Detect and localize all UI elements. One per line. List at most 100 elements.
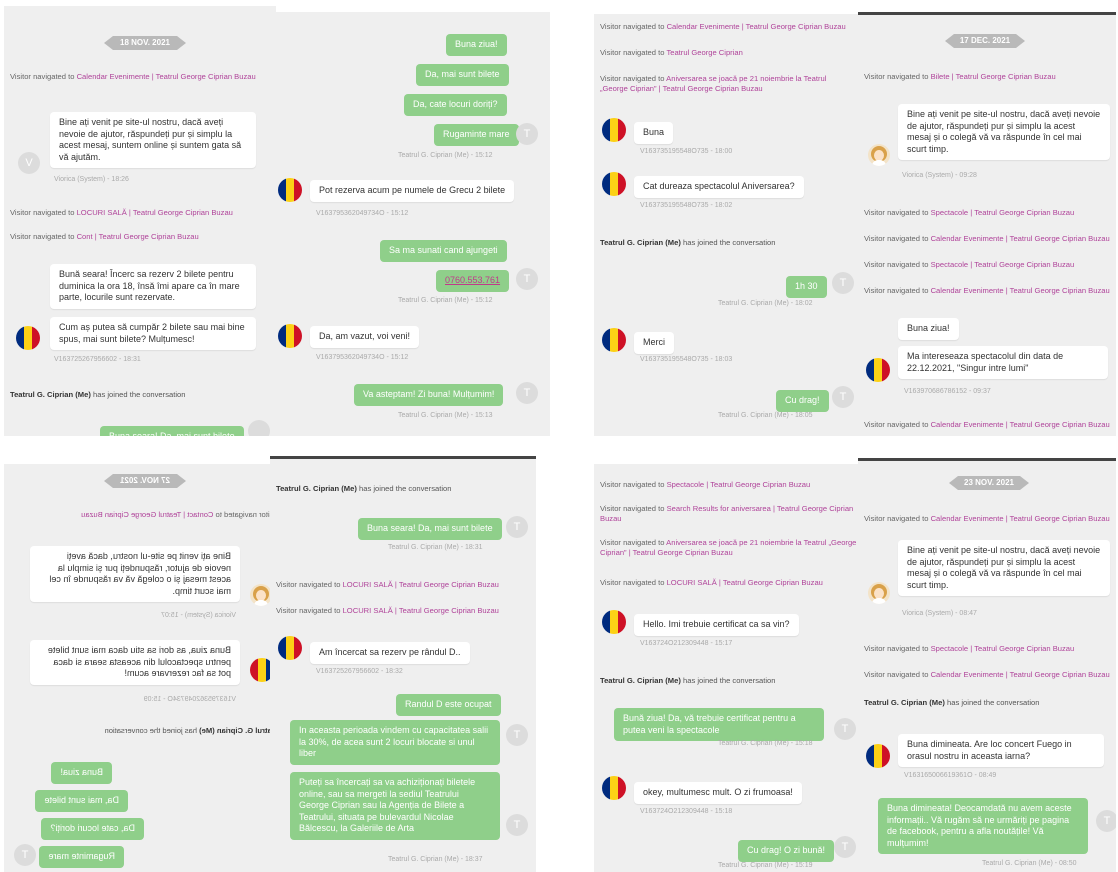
message-meta: V163725267956602 - 18:32 bbox=[316, 668, 403, 675]
visitor-message: Bună seara! Încerc sa rezerv 2 bilete pe… bbox=[50, 264, 256, 309]
message-meta: Teatrul G. Ciprian (Me) - 15:19 bbox=[718, 862, 813, 869]
nav-link[interactable]: Spectacole | Teatrul George Ciprian Buza… bbox=[931, 644, 1075, 653]
chat-panel-certificat: Visitor navigated to Spectacole | Teatru… bbox=[594, 464, 864, 872]
message-meta: V163735195548O735 - 18:00 bbox=[640, 148, 733, 155]
message-meta: V163795362049734O - 15:09 bbox=[143, 696, 236, 703]
nav-event: Visitor navigated to Calendar Evenimente… bbox=[864, 670, 1110, 679]
agent-message: Randul D este ocupat bbox=[396, 694, 501, 716]
join-notice: Teatrul G. Ciprian (Me) has joined the c… bbox=[10, 390, 186, 399]
nav-link[interactable]: Calendar Evenimente | Teatrul George Cip… bbox=[77, 72, 256, 81]
romania-flag-avatar bbox=[278, 324, 302, 348]
visitor-avatar: V bbox=[18, 152, 40, 174]
agent-avatar: T bbox=[506, 724, 528, 746]
agent-message: Buna seara! Da, mai sunt bilete bbox=[358, 518, 502, 540]
chat-panel-agent-3: Teatrul G. Ciprian (Me) has joined the c… bbox=[270, 456, 536, 872]
message-meta: V163725267956602 - 18:31 bbox=[54, 356, 141, 363]
message-meta: Teatrul G. Ciprian (Me) - 18:05 bbox=[718, 412, 813, 419]
agent-message: Buna ziua! bbox=[446, 34, 507, 56]
agent-message: Va asteptam! Zi buna! Mulțumim! bbox=[354, 384, 504, 406]
agent-avatar: T bbox=[834, 718, 856, 740]
message-meta: V163724O212309448 - 15:18 bbox=[640, 808, 733, 815]
agent-message: Sa ma sunati cand ajungeti bbox=[380, 240, 507, 262]
nav-link[interactable]: Spectacole | Teatrul George Ciprian Buza… bbox=[667, 480, 811, 489]
phone-link[interactable]: 0760.553.761 bbox=[436, 270, 510, 292]
welcome-message: Bine ați venit pe site-ul nostru, dacă a… bbox=[898, 540, 1110, 596]
visitor-message: Cum aș putea să cumpăr 2 bilete sau mai … bbox=[50, 317, 256, 350]
visitor-message: okey, multumesc mult. O zi frumoasa! bbox=[634, 782, 802, 804]
nav-event: Visitor navigated to Spectacole | Teatru… bbox=[600, 480, 811, 489]
nav-link[interactable]: Calendar Evenimente | Teatrul George Cip… bbox=[931, 670, 1110, 679]
date-divider: 18 NOV. 2021 bbox=[104, 36, 186, 50]
romania-flag-avatar bbox=[16, 326, 40, 350]
nav-event: Visitor navigated to Calendar Evenimente… bbox=[600, 22, 846, 31]
agent-avatar: T bbox=[832, 272, 854, 294]
agent-avatar-female bbox=[868, 144, 890, 166]
nav-link[interactable]: Spectacole | Teatrul George Ciprian Buza… bbox=[931, 260, 1075, 269]
romania-flag-avatar bbox=[278, 636, 302, 660]
nav-link[interactable]: Calendar Evenimente | Teatrul George Cip… bbox=[931, 286, 1110, 295]
nav-event: Visitor navigated to Calendar Evenimente… bbox=[864, 514, 1110, 523]
message-meta: Teatrul G. Ciprian (Me) - 08:50 bbox=[982, 860, 1077, 867]
chat-panel-17-dec: 17 DEC. 2021 Visitor navigated to Bilete… bbox=[858, 12, 1116, 436]
nav-link[interactable]: Cont | Teatrul George Ciprian Buzau bbox=[77, 232, 199, 241]
agent-avatar: T bbox=[516, 268, 538, 290]
nav-event: Visitor navigated to Aniversarea se joac… bbox=[600, 74, 827, 93]
welcome-message: Bine ați venit pe site-ul nostru, dacă a… bbox=[898, 104, 1110, 160]
message-meta: Teatrul G. Ciprian (Me) - 18:37 bbox=[388, 856, 483, 863]
romania-flag-avatar bbox=[866, 744, 890, 768]
agent-message: Buna dimineata! Deocamdată nu avem acest… bbox=[878, 798, 1088, 854]
message-meta: V163724O212309448 - 15:17 bbox=[640, 640, 733, 647]
nav-link[interactable]: Spectacole | Teatrul George Ciprian Buza… bbox=[931, 208, 1075, 217]
agent-message: Da, cate locuri doriți? bbox=[404, 94, 507, 116]
date-divider: 17 DEC. 2021 bbox=[945, 34, 1025, 48]
visitor-message: Cat dureaza spectacolul Aniversarea? bbox=[634, 176, 804, 198]
nav-link[interactable]: Calendar Evenimente | Teatrul George Cip… bbox=[931, 234, 1110, 243]
romania-flag-avatar bbox=[866, 358, 890, 382]
chat-panel-aniversarea: Visitor navigated to Calendar Evenimente… bbox=[594, 14, 860, 436]
join-notice: Teatrul G. Ciprian (Me) has joined the c… bbox=[276, 484, 452, 493]
nav-link[interactable]: Calendar Evenimente | Teatrul George Cip… bbox=[667, 22, 846, 31]
message-meta: Teatrul G. Ciprian (Me) - 15:13 bbox=[398, 412, 493, 419]
agent-message: 1h 30 bbox=[786, 276, 827, 298]
message-meta: V163970686786152 - 09:37 bbox=[904, 388, 991, 395]
message-meta: Teatrul G. Ciprian (Me) - 15:12 bbox=[398, 297, 493, 304]
agent-avatar: T bbox=[516, 382, 538, 404]
nav-event: Visitor navigated to Spectacole | Teatru… bbox=[864, 260, 1075, 269]
nav-link[interactable]: Calendar Evenimente | Teatrul George Cip… bbox=[931, 420, 1110, 429]
nav-link[interactable]: LOCURI SALĂ | Teatrul George Ciprian Buz… bbox=[343, 606, 499, 615]
nav-link[interactable]: Bilete | Teatrul George Ciprian Buzau bbox=[931, 72, 1056, 81]
agent-avatar: T bbox=[1096, 810, 1116, 832]
visitor-message: Merci bbox=[634, 332, 674, 354]
nav-event: Visitor navigated to Calendar Evenimente… bbox=[864, 286, 1110, 295]
message-meta: Viorica (System) - 08:47 bbox=[902, 610, 977, 617]
visitor-message: Da, am vazut, voi veni! bbox=[310, 326, 420, 348]
agent-avatar: T bbox=[834, 836, 856, 858]
agent-message: Cu drag! bbox=[776, 390, 829, 412]
welcome-message: Bine ați venit pe site-ul nostru, dacă a… bbox=[50, 112, 256, 168]
romania-flag-avatar bbox=[278, 178, 302, 202]
agent-avatar: T bbox=[506, 814, 528, 836]
nav-event: Visitor navigated to Calendar Evenimente… bbox=[10, 72, 256, 81]
romania-flag-avatar bbox=[602, 610, 626, 634]
nav-link[interactable]: Teatrul George Ciprian bbox=[666, 48, 742, 57]
agent-message: Rugaminte mare bbox=[39, 846, 124, 868]
agent-message: Bună ziua! Da, vă trebuie certificat pen… bbox=[614, 708, 824, 741]
nav-link[interactable]: Calendar Evenimente | Teatrul George Cip… bbox=[931, 514, 1110, 523]
nav-link[interactable]: Contact | Teatrul George Ciprian Buzau bbox=[81, 510, 213, 519]
visitor-message: Buna ziua! bbox=[898, 318, 959, 340]
message-meta: Teatrul G. Ciprian (Me) - 15:12 bbox=[398, 152, 493, 159]
message-meta: V163165006619361O - 08:49 bbox=[904, 772, 997, 779]
nav-link[interactable]: LOCURI SALĂ | Teatrul George Ciprian Buz… bbox=[667, 578, 823, 587]
nav-event: Visitor navigated to LOCURI SALĂ | Teatr… bbox=[276, 580, 499, 589]
romania-flag-avatar bbox=[602, 172, 626, 196]
date-divider: 27 NOV. 2021 bbox=[113, 474, 177, 488]
nav-link[interactable]: LOCURI SALĂ | Teatrul George Ciprian Buz… bbox=[343, 580, 499, 589]
nav-event: Visitor navigated to Teatrul George Cipr… bbox=[600, 48, 743, 57]
join-notice: Teatrul G. Ciprian (Me) has joined the c… bbox=[600, 238, 776, 247]
message-meta: V163735195548O735 - 18:03 bbox=[640, 356, 733, 363]
agent-message: Da, mai sunt bilete bbox=[35, 790, 128, 812]
agent-message: Cu drag! O zi bună! bbox=[738, 840, 835, 862]
agent-avatar: T bbox=[506, 516, 528, 538]
join-notice: Teatrul G. Ciprian (Me) has joined the c… bbox=[600, 676, 776, 685]
nav-link[interactable]: LOCURI SALĂ | Teatrul George Ciprian Buz… bbox=[77, 208, 233, 217]
